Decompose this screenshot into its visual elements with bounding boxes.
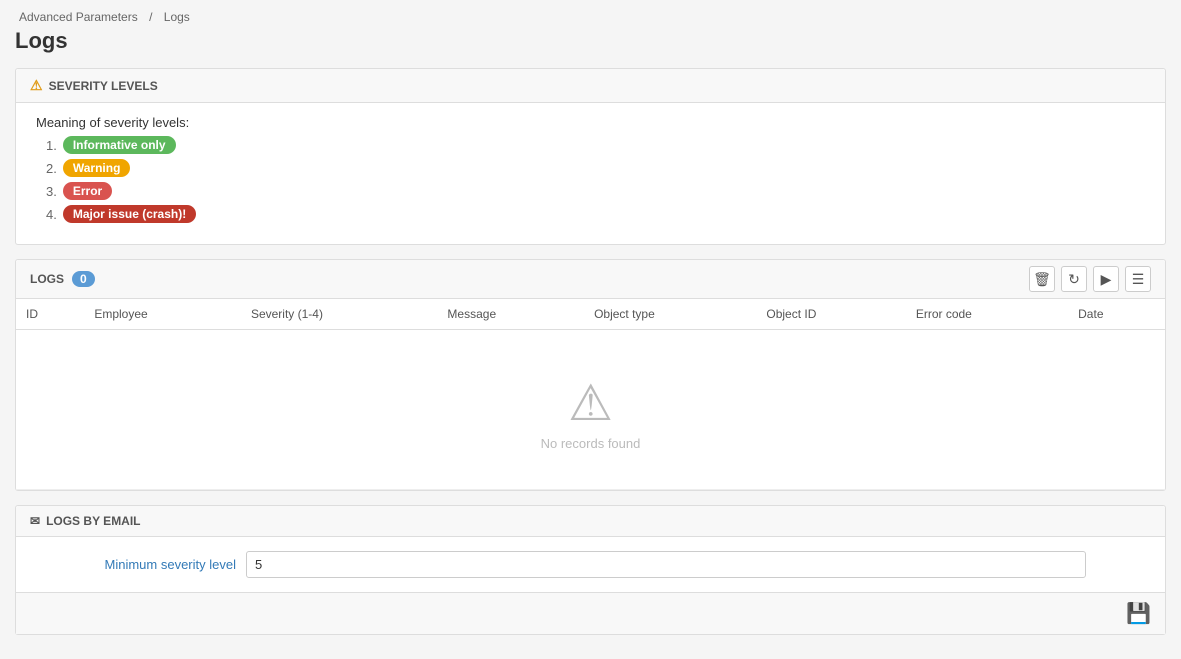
logs-table-header-row: IDEmployeeSeverity (1-4)MessageObject ty… bbox=[16, 299, 1165, 330]
col-header-object-id: Object ID bbox=[756, 299, 905, 330]
col-header-error-code: Error code bbox=[906, 299, 1068, 330]
delete-logs-button[interactable]: 🗑 bbox=[1029, 266, 1055, 292]
logs-table-wrapper: IDEmployeeSeverity (1-4)MessageObject ty… bbox=[16, 299, 1165, 490]
email-panel: ✉ LOGS BY EMAIL Minimum severity level 💾 bbox=[15, 505, 1166, 635]
no-records-text: No records found bbox=[541, 436, 641, 451]
bottom-bar: 💾 bbox=[16, 592, 1165, 634]
col-header-employee: Employee bbox=[84, 299, 241, 330]
min-severity-input[interactable] bbox=[246, 551, 1086, 578]
breadcrumb-current: Logs bbox=[164, 10, 190, 24]
save-icon: 💾 bbox=[1126, 603, 1151, 625]
email-panel-body: Minimum severity level bbox=[16, 537, 1165, 592]
logs-table: IDEmployeeSeverity (1-4)MessageObject ty… bbox=[16, 299, 1165, 490]
no-records-area: ⚠ No records found bbox=[26, 338, 1155, 481]
page-title: Logs bbox=[15, 28, 1166, 54]
min-severity-row: Minimum severity level bbox=[36, 551, 1145, 578]
severity-list: 1. Informative only 2. Warning 3. Error 4. … bbox=[36, 136, 1145, 223]
warning-icon: ⚠ bbox=[30, 77, 43, 94]
severity-item-1: 1. Informative only bbox=[46, 136, 1145, 154]
severity-intro: Meaning of severity levels: bbox=[36, 115, 1145, 130]
logs-panel-header-left: LOGS 0 bbox=[30, 271, 95, 287]
refresh-logs-button[interactable]: ↻ bbox=[1061, 266, 1087, 292]
severity-levels-panel: ⚠ SEVERITY LEVELS Meaning of severity le… bbox=[15, 68, 1166, 245]
col-header-object-type: Object type bbox=[584, 299, 756, 330]
logs-panel: LOGS 0 🗑 ↻ ▶ ☰ IDEmployeeSeverity (1-4)M… bbox=[15, 259, 1166, 491]
min-severity-label: Minimum severity level bbox=[36, 557, 236, 572]
col-header-id: ID bbox=[16, 299, 84, 330]
severity-item-3: 3. Error bbox=[46, 182, 1145, 200]
logs-label: LOGS bbox=[30, 272, 64, 286]
breadcrumb-separator: / bbox=[149, 10, 152, 24]
logs-panel-header: LOGS 0 🗑 ↻ ▶ ☰ bbox=[16, 260, 1165, 299]
breadcrumb-parent: Advanced Parameters bbox=[19, 10, 138, 24]
save-button[interactable]: 💾 bbox=[1126, 601, 1151, 626]
email-icon: ✉ bbox=[30, 514, 40, 528]
logs-count-badge: 0 bbox=[72, 271, 95, 287]
severity-panel-body: Meaning of severity levels: 1. Informati… bbox=[16, 103, 1165, 244]
col-header-severity--1-4-: Severity (1-4) bbox=[241, 299, 437, 330]
terminal-logs-button[interactable]: ▶ bbox=[1093, 266, 1119, 292]
email-panel-title: LOGS BY EMAIL bbox=[46, 514, 140, 528]
breadcrumb: Advanced Parameters / Logs bbox=[15, 10, 1166, 24]
menu-logs-button[interactable]: ☰ bbox=[1125, 266, 1151, 292]
severity-panel-header: ⚠ SEVERITY LEVELS bbox=[16, 69, 1165, 103]
logs-table-body: ⚠ No records found bbox=[16, 330, 1165, 490]
severity-panel-title: SEVERITY LEVELS bbox=[49, 79, 158, 93]
col-header-date: Date bbox=[1068, 299, 1165, 330]
email-panel-header: ✉ LOGS BY EMAIL bbox=[16, 506, 1165, 537]
logs-panel-header-right: 🗑 ↻ ▶ ☰ bbox=[1029, 266, 1151, 292]
severity-item-4: 4. Major issue (crash)! bbox=[46, 205, 1145, 223]
no-records-icon: ⚠ bbox=[46, 378, 1135, 428]
severity-item-2: 2. Warning bbox=[46, 159, 1145, 177]
col-header-message: Message bbox=[437, 299, 584, 330]
